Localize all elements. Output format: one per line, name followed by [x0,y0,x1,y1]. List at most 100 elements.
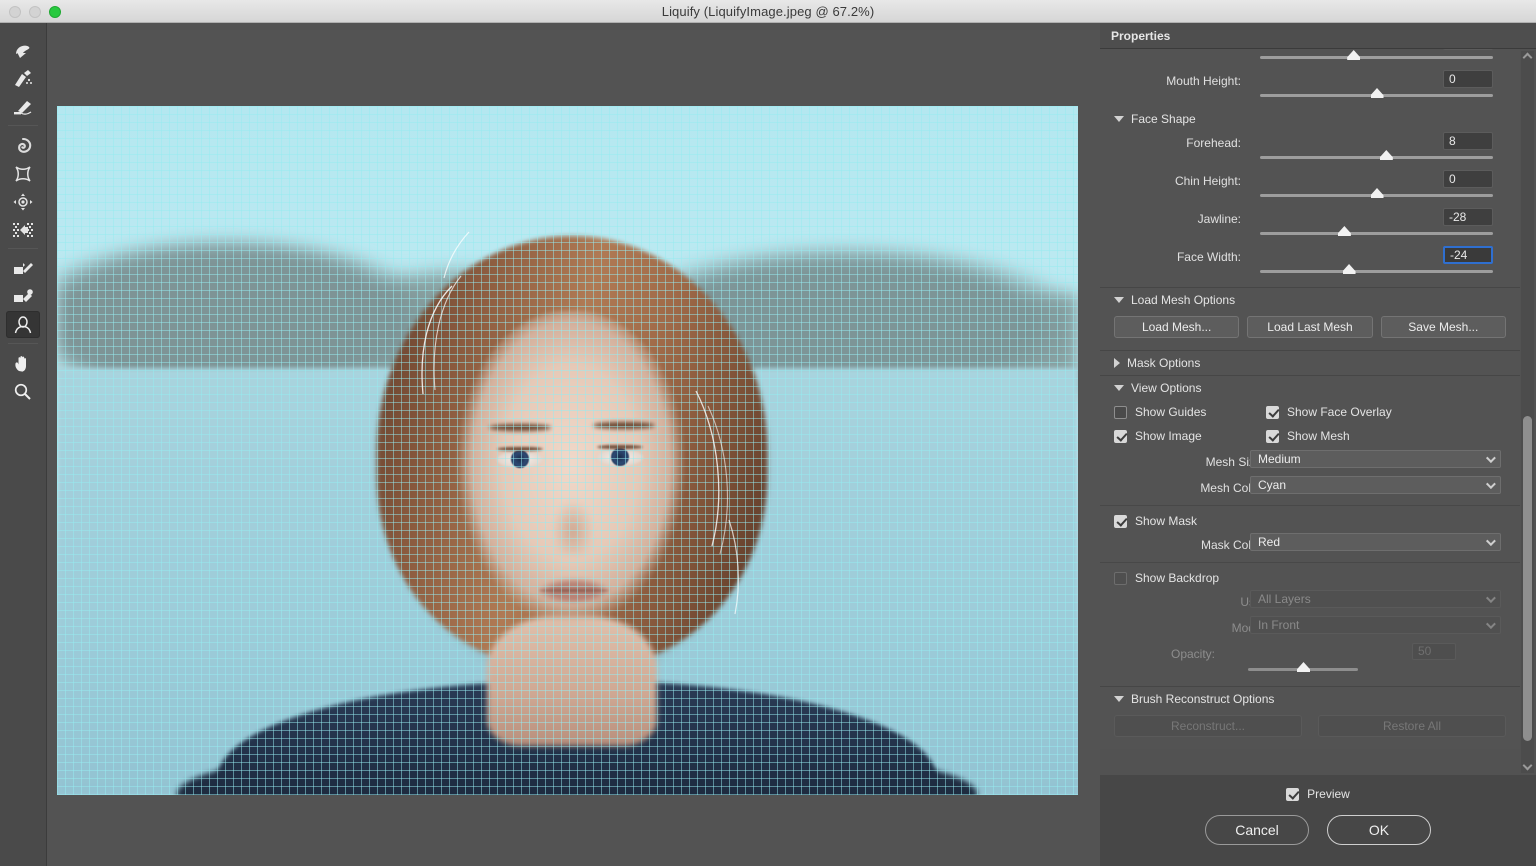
image-brow-right [593,422,655,429]
slider-value-field[interactable]: 0 [1443,170,1493,188]
slider-thumb[interactable] [1370,188,1384,198]
show-mask-checkbox[interactable] [1114,514,1127,528]
scrollbar-thumb[interactable] [1523,416,1532,741]
slider-value-field[interactable]: -28 [1443,208,1493,226]
scroll-up-arrow-icon[interactable] [1522,52,1533,63]
chevron-right-icon [1114,358,1120,368]
image-iris-left [511,450,529,468]
dialog-action-buttons: Cancel OK [1100,815,1536,845]
section-view-options-header[interactable]: View Options [1100,376,1520,400]
slider-value-field[interactable]: 8 [1443,132,1493,150]
slider-track[interactable] [1260,264,1493,274]
show-guides-checkbox[interactable] [1114,405,1127,419]
slider-thumb[interactable] [1347,50,1361,60]
zoom-button-icon[interactable] [49,6,61,18]
section-load-mesh-header[interactable]: Load Mesh Options [1100,288,1520,312]
smooth-tool[interactable] [6,93,40,120]
section-title: Mask Options [1127,356,1201,370]
chevron-down-icon [1485,453,1496,464]
section-mask-options-header[interactable]: Mask Options [1100,351,1520,375]
properties-scroll-region[interactable]: Mouth Width: -25 Mouth Height: 0 [1100,49,1536,775]
slider-thumb[interactable] [1379,150,1393,160]
chevron-down-icon [1114,385,1124,391]
section-title: View Options [1131,381,1202,395]
slider-thumb[interactable] [1342,264,1356,274]
slider-track[interactable] [1260,88,1493,98]
show-face-overlay-checkbox[interactable] [1266,405,1279,419]
slider-thumb[interactable] [1370,88,1384,98]
section-title: Brush Reconstruct Options [1131,692,1275,706]
slider-face-width[interactable]: Face Width: -24 [1100,245,1520,283]
mask-color-value: Red [1258,535,1281,549]
preview-checkbox[interactable] [1286,787,1300,801]
properties-scrollbar[interactable] [1521,51,1534,773]
section-load-mesh-options: Load Mesh Options Load Mesh... Load Last… [1100,288,1520,351]
bloat-tool[interactable] [6,188,40,215]
slider-forehead[interactable]: Forehead: 8 [1100,131,1520,169]
slider-track[interactable] [1260,150,1493,160]
checkbox-row-show-backdrop[interactable]: Show Backdrop [1100,566,1520,590]
push-left-tool[interactable] [6,216,40,243]
zoom-tool[interactable] [6,378,40,405]
slider-mouth-height[interactable]: Mouth Height: 0 [1100,69,1520,107]
slider-track[interactable] [1260,226,1493,236]
hand-tool[interactable] [6,350,40,377]
reconstruct-tool[interactable] [6,65,40,92]
ok-button[interactable]: OK [1327,815,1431,845]
chevron-down-icon [1485,619,1496,630]
mesh-size-dropdown[interactable]: Medium [1250,450,1501,468]
mask-color-dropdown[interactable]: Red [1250,533,1501,551]
section-view-options: View Options Show Guides Show Face Overl… [1100,376,1520,687]
slider-track[interactable] [1260,50,1493,60]
close-button-icon[interactable] [9,6,21,18]
row-backdrop-use: Use: All Layers [1100,590,1520,616]
minimize-button-icon[interactable] [29,6,41,18]
properties-panel: Properties Mouth Width: -25 Mouth Height… [1100,23,1536,866]
checkbox-row-show-face-overlay[interactable]: Show Face Overlay [1252,400,1392,424]
save-mesh-button[interactable]: Save Mesh... [1380,316,1506,338]
slider-thumb[interactable] [1337,226,1351,236]
pucker-tool[interactable] [6,160,40,187]
face-tool[interactable] [6,311,40,338]
mesh-color-dropdown[interactable]: Cyan [1250,476,1501,494]
checkbox-row-show-image[interactable]: Show Image [1100,424,1252,448]
slider-label: Mouth Height: [1166,74,1241,88]
backdrop-use-dropdown: All Layers [1250,590,1501,608]
slider-value-field-focused[interactable]: -24 [1443,246,1493,264]
window-titlebar: Liquify (LiquifyImage.jpeg @ 67.2%) [0,0,1536,23]
restore-all-button: Restore All [1318,715,1506,737]
preview-checkbox-row[interactable]: Preview [1100,779,1536,809]
section-face-shape-header[interactable]: Face Shape [1100,107,1520,131]
section-face-shape: Face Shape Forehead: 8 Chin Height: 0 Ja… [1100,107,1520,288]
show-image-checkbox[interactable] [1114,429,1127,443]
section-brush-reconstruct-header[interactable]: Brush Reconstruct Options [1100,687,1520,711]
row-backdrop-opacity: Opacity: 50 [1100,642,1520,682]
show-image-label: Show Image [1135,429,1202,443]
mesh-color-value: Cyan [1258,478,1287,492]
traffic-light-group [9,6,61,18]
load-mesh-button[interactable]: Load Mesh... [1114,316,1240,338]
forward-warp-tool[interactable] [6,37,40,64]
canvas-inner [52,32,1095,834]
slider-jawline[interactable]: Jawline: -28 [1100,207,1520,245]
slider-mouth-width[interactable]: Mouth Width: -25 [1100,49,1520,69]
slider-track[interactable] [1260,188,1493,198]
show-mesh-checkbox[interactable] [1266,429,1279,443]
section-title: Face Shape [1131,112,1196,126]
image-eyelid-right [597,445,643,449]
slider-value-field[interactable]: -25 [1443,49,1493,50]
show-backdrop-checkbox[interactable] [1114,571,1127,585]
checkbox-row-show-mesh[interactable]: Show Mesh [1252,424,1350,448]
checkbox-row-show-mask[interactable]: Show Mask [1100,509,1520,533]
show-backdrop-label: Show Backdrop [1135,571,1220,585]
load-last-mesh-button[interactable]: Load Last Mesh [1247,316,1373,338]
checkbox-row-show-guides[interactable]: Show Guides [1100,400,1252,424]
slider-value-field[interactable]: 0 [1443,70,1493,88]
scroll-down-arrow-icon[interactable] [1522,760,1533,771]
twirl-clockwise-tool[interactable] [6,132,40,159]
cancel-button[interactable]: Cancel [1205,815,1309,845]
thaw-mask-tool[interactable] [6,283,40,310]
slider-chin-height[interactable]: Chin Height: 0 [1100,169,1520,207]
freeze-mask-tool[interactable] [6,255,40,282]
liquify-image-preview[interactable] [57,106,1078,795]
